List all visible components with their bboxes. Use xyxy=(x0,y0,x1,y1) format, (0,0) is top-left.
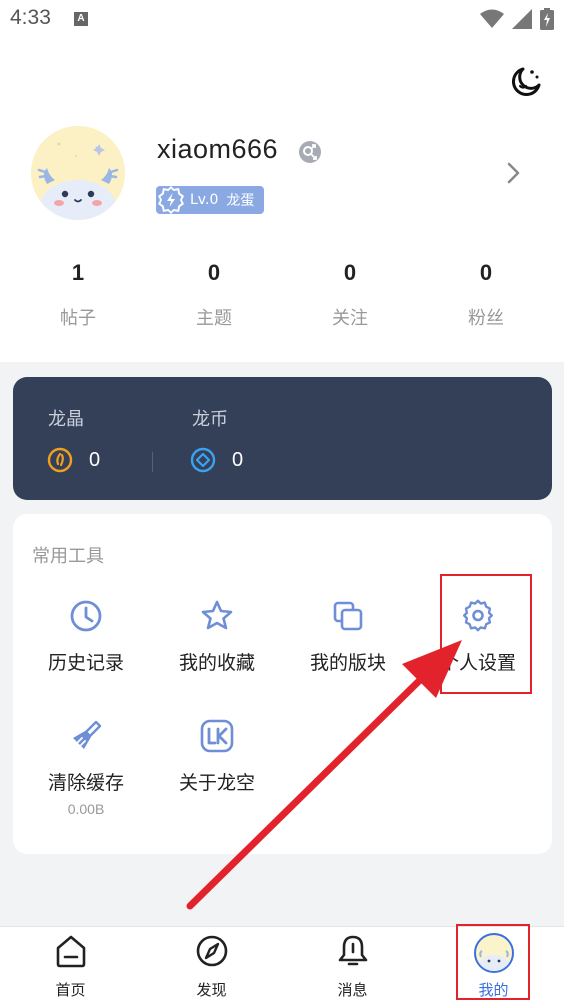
gender-icon xyxy=(299,141,321,163)
tool-label: 我的收藏 xyxy=(178,652,255,674)
divider xyxy=(152,452,153,472)
status-bar: 4:33 A xyxy=(0,0,564,40)
stats-row: 1 帖子 0 主题 0 关注 0 粉丝 xyxy=(0,260,564,330)
clock-icon xyxy=(70,600,102,632)
tools-title: 常用工具 xyxy=(32,546,104,567)
stat-value: 0 xyxy=(343,260,357,285)
dragon-avatar-icon xyxy=(31,126,125,220)
nav-label: 消息 xyxy=(337,981,368,999)
star-icon xyxy=(201,600,233,630)
tool-label: 我的版块 xyxy=(309,652,386,674)
dragon-crystal-label: 龙晶 xyxy=(48,409,84,430)
bell-icon xyxy=(338,935,367,966)
compass-icon xyxy=(196,935,227,967)
username: xiaom666 xyxy=(157,134,279,164)
stat-value: 0 xyxy=(207,260,221,285)
stat-topics[interactable]: 0 主题 xyxy=(146,260,282,330)
tool-clear-cache[interactable]: 清除缓存 0.00B xyxy=(21,718,151,817)
notification-badge: A xyxy=(74,12,88,26)
currency-card[interactable]: 龙晶 龙币 0 0 xyxy=(13,377,552,500)
nav-home[interactable]: 首页 xyxy=(0,927,141,1004)
tool-favorites[interactable]: 我的收藏 xyxy=(152,598,282,675)
broom-icon xyxy=(73,720,102,749)
dragon-crystal-icon xyxy=(47,447,73,473)
night-mode-button[interactable] xyxy=(506,62,546,102)
stat-value: 0 xyxy=(479,260,493,285)
tool-history[interactable]: 历史记录 xyxy=(21,598,151,675)
moon-icon xyxy=(511,67,541,97)
lk-logo-icon xyxy=(200,719,234,753)
nav-messages[interactable]: 消息 xyxy=(282,927,423,1004)
signal-icon xyxy=(512,9,532,29)
stat-label: 主题 xyxy=(196,308,232,329)
tool-my-boards[interactable]: 我的版块 xyxy=(283,598,413,675)
boards-icon xyxy=(333,601,363,631)
lightning-shield-icon xyxy=(158,186,184,214)
stat-label: 关注 xyxy=(332,308,368,329)
stat-label: 帖子 xyxy=(60,308,96,329)
dragon-coin-row: 0 xyxy=(190,447,243,473)
status-time: 4:33 xyxy=(10,6,51,29)
dragon-coin-label: 龙币 xyxy=(192,409,228,430)
nav-label: 首页 xyxy=(55,981,86,999)
dragon-coin-icon xyxy=(190,447,216,473)
stat-fans[interactable]: 0 粉丝 xyxy=(418,260,554,330)
battery-icon xyxy=(540,8,554,30)
tool-about[interactable]: 关于龙空 xyxy=(152,718,282,795)
stat-posts[interactable]: 1 帖子 xyxy=(10,260,146,330)
me-tab-highlight-box xyxy=(456,924,530,1000)
avatar[interactable] xyxy=(31,126,125,220)
settings-highlight-box xyxy=(440,574,532,694)
stat-label: 粉丝 xyxy=(468,308,504,329)
dragon-crystal-value: 0 xyxy=(89,448,101,471)
stat-following[interactable]: 0 关注 xyxy=(282,260,418,330)
dragon-coin-value: 0 xyxy=(232,448,244,471)
nav-label: 发现 xyxy=(196,981,227,999)
stat-value: 1 xyxy=(71,260,85,285)
level-title: 龙蛋 xyxy=(226,193,255,209)
home-icon xyxy=(56,935,85,968)
tool-label: 历史记录 xyxy=(47,652,124,674)
level-text: Lv.0 xyxy=(190,192,219,208)
nav-discover[interactable]: 发现 xyxy=(141,927,282,1004)
wifi-icon xyxy=(480,9,504,28)
chevron-right-icon[interactable] xyxy=(504,158,524,188)
tool-label: 清除缓存 xyxy=(47,772,124,794)
profile-header: xiaom666 Lv.0 龙蛋 1 帖子 0 主题 0 关注 0 粉丝 xyxy=(0,40,564,362)
cache-size: 0.00B xyxy=(67,801,105,817)
status-icons xyxy=(480,8,554,30)
tool-label: 关于龙空 xyxy=(178,772,255,794)
level-badge: Lv.0 龙蛋 xyxy=(156,186,264,214)
dragon-crystal-row: 0 xyxy=(47,447,100,473)
